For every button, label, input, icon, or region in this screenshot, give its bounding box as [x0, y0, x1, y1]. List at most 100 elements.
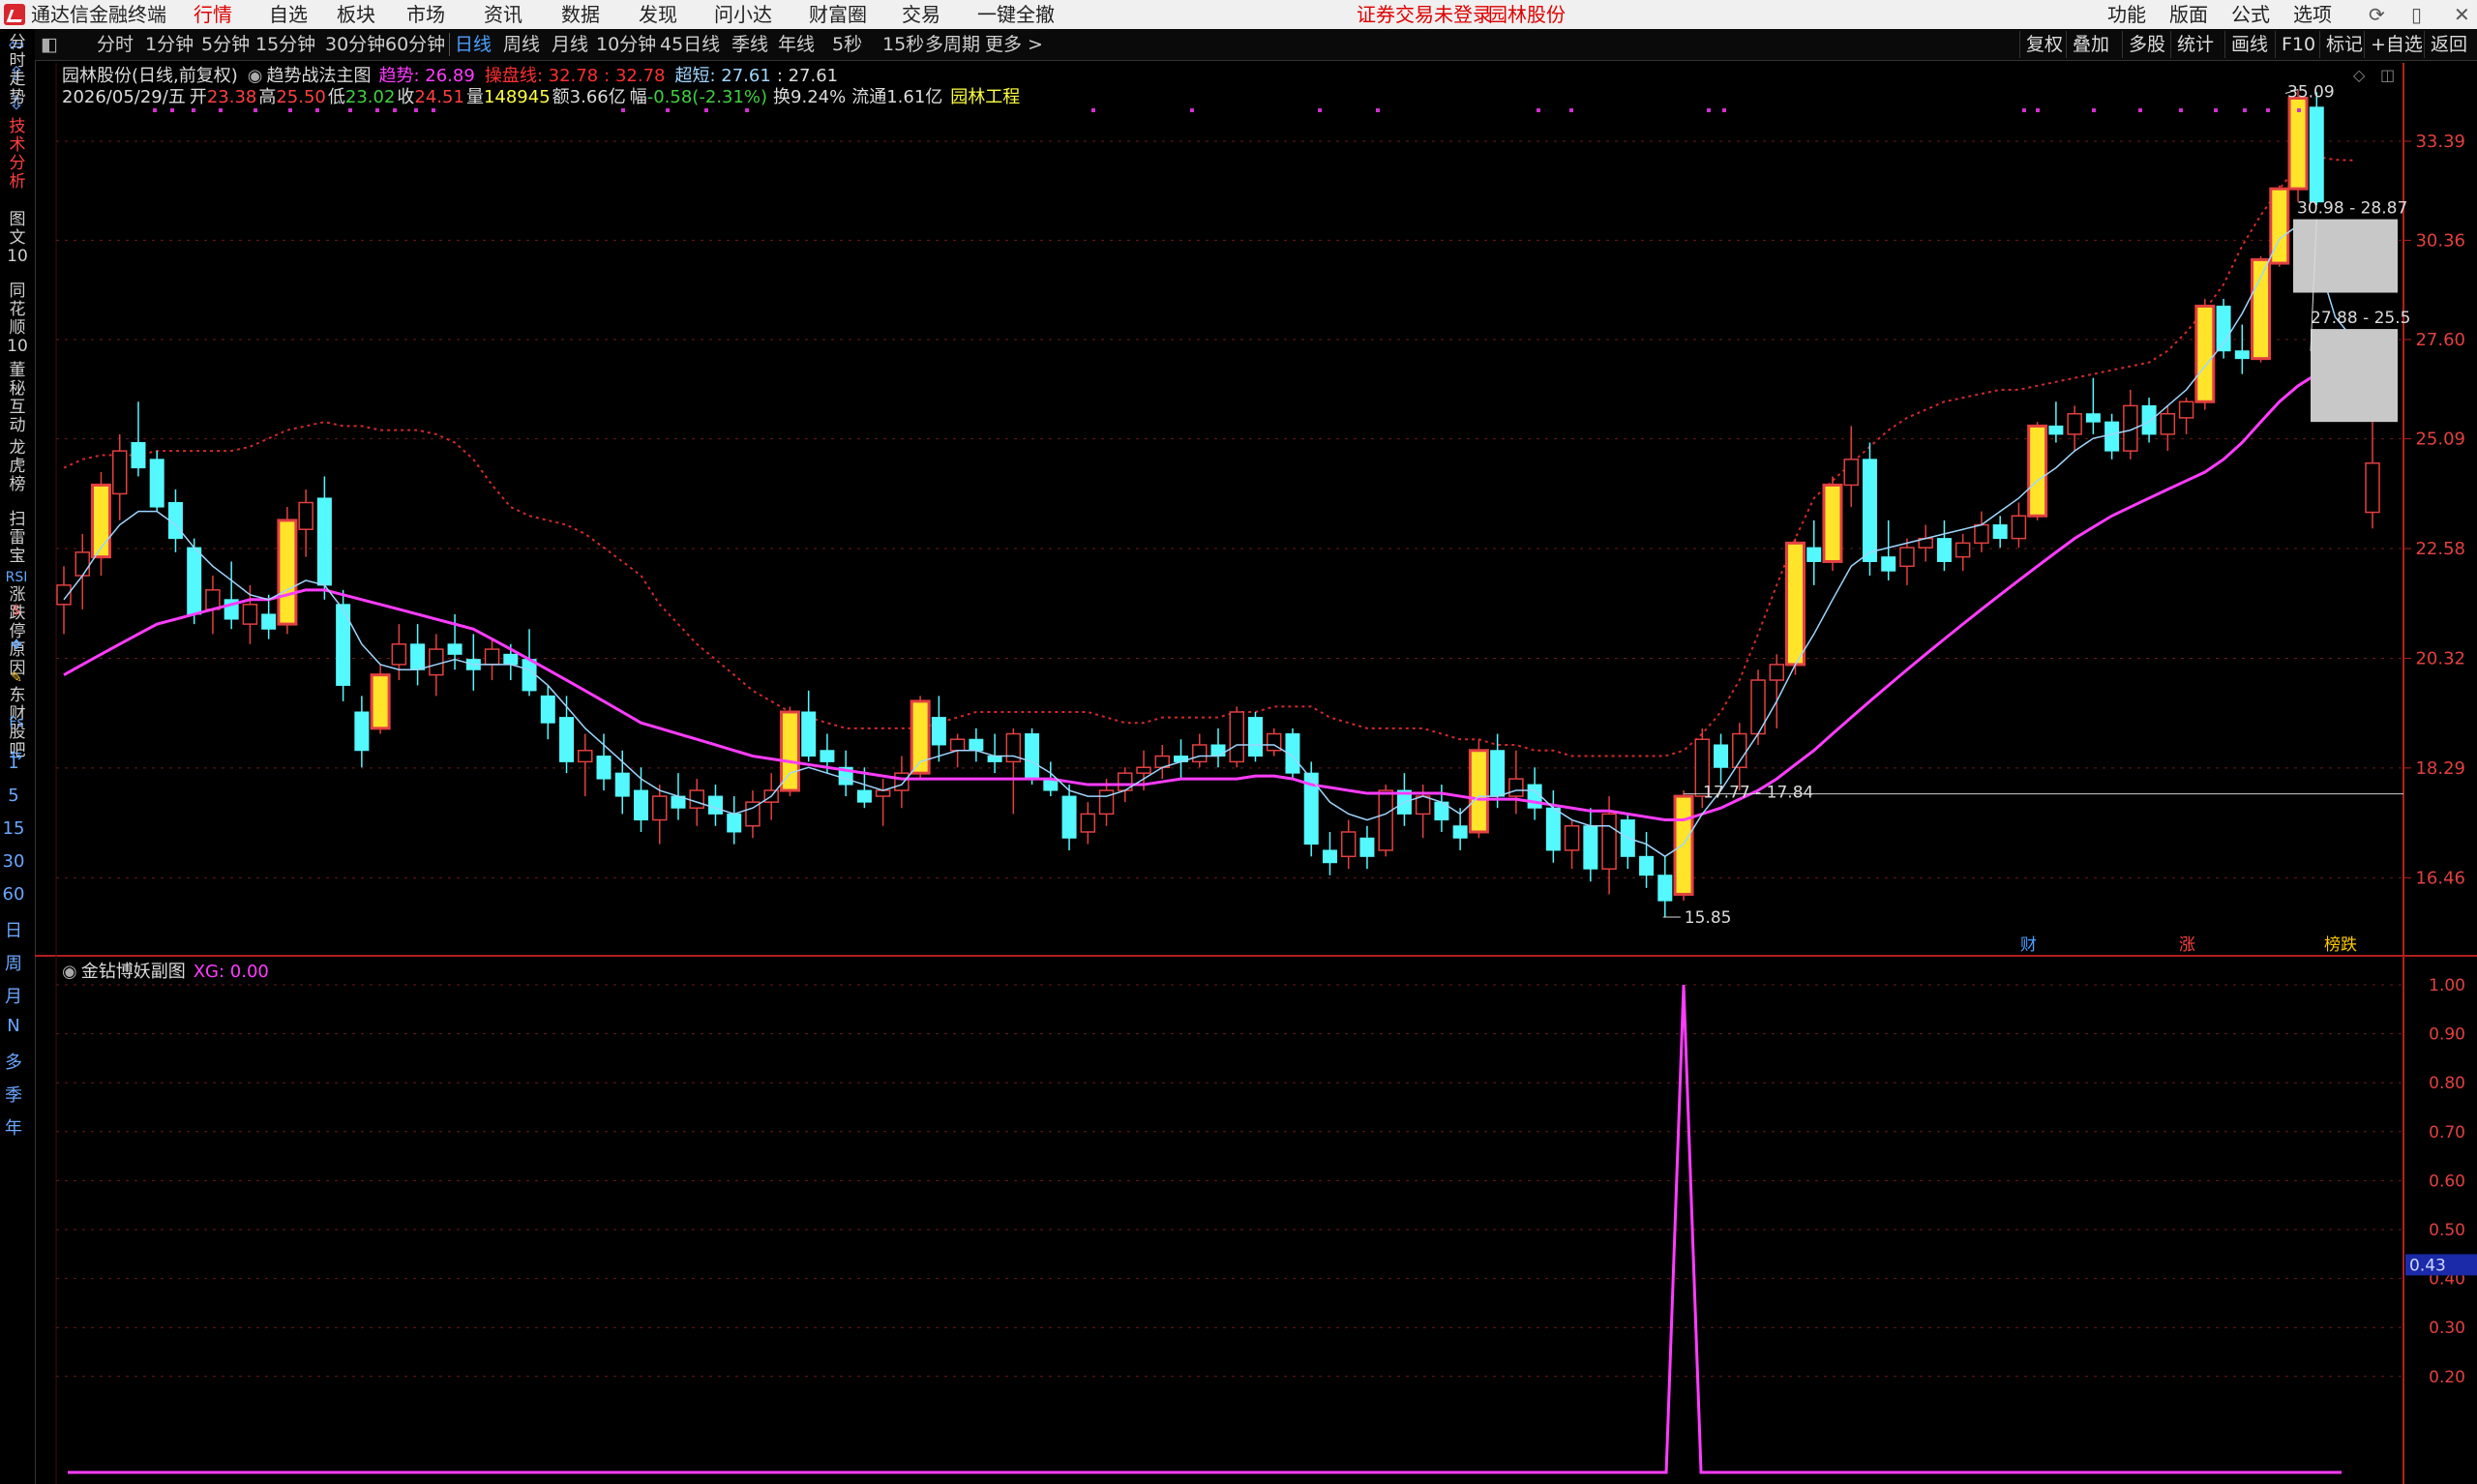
signal-dot — [219, 108, 223, 112]
layout-icon[interactable]: ◫ — [2380, 66, 2395, 84]
down-candle-body — [503, 653, 519, 666]
up-candle-body — [1340, 831, 1357, 858]
price-tick-label: 33.39 — [2415, 132, 2465, 152]
signal-dot — [414, 108, 418, 112]
event-marker-0[interactable]: 财 — [2020, 935, 2037, 955]
candle — [875, 779, 891, 826]
down-candle-body — [447, 643, 463, 655]
limit-up-candle-body — [370, 673, 391, 730]
candle — [910, 696, 931, 780]
sub-indicator-name[interactable]: 金钻博妖副图 — [81, 962, 186, 982]
high-mark-label: 35.09 — [2287, 83, 2335, 103]
event-marker-1[interactable]: 涨 — [2179, 935, 2195, 955]
candle — [1005, 727, 1022, 815]
up-candle-body — [1899, 547, 1915, 568]
candle — [2287, 89, 2309, 202]
limit-up-candle-body — [90, 483, 111, 559]
candle — [1192, 733, 1208, 768]
limit-up-candle-body — [1468, 749, 1489, 834]
up-candle-body — [1415, 795, 1431, 816]
down-candle-body — [336, 604, 351, 686]
up-candle-body — [894, 772, 910, 791]
signal-dot — [1190, 108, 1194, 112]
down-candle-body — [2085, 413, 2101, 423]
candle — [931, 696, 946, 762]
trend-line — [63, 365, 2354, 822]
down-candle-body — [1210, 744, 1226, 757]
event-marker-2[interactable]: 榜跌 — [2324, 935, 2357, 955]
candle — [1508, 750, 1524, 815]
down-candle-body — [261, 613, 277, 630]
candle — [1620, 814, 1635, 870]
signal-dot — [288, 108, 292, 112]
down-candle-body — [1862, 459, 1877, 562]
candle — [56, 566, 72, 635]
quote-open: 23.38 — [206, 87, 257, 107]
candle — [2067, 405, 2082, 452]
level-line-label: 17.77 - 17.84 — [1703, 784, 1813, 803]
candle — [1732, 723, 1747, 791]
up-candle-body — [578, 750, 593, 763]
candle — [484, 638, 500, 681]
current-value-label: 0.43 — [2409, 1256, 2446, 1275]
candle — [745, 790, 761, 839]
sub-axis-tick-label: 0.20 — [2429, 1368, 2465, 1387]
limit-up-candle-body — [1785, 541, 1806, 667]
support-box — [2311, 329, 2398, 423]
signal-dot — [621, 108, 625, 112]
candle — [2160, 405, 2176, 452]
down-candle-body — [167, 501, 183, 540]
price-tick-label: 16.46 — [2415, 868, 2465, 888]
limit-up-candle-body — [1822, 483, 1843, 563]
sub-indicator-dropdown-icon[interactable]: ◉ — [62, 962, 77, 982]
down-candle-body — [727, 813, 742, 833]
down-candle-body — [2104, 421, 2120, 452]
down-candle-body — [1247, 717, 1263, 757]
down-candle-body — [1359, 837, 1375, 857]
up-candle-body — [298, 501, 313, 530]
up-candle-body — [1508, 778, 1524, 797]
diamond-icon[interactable]: ◇ — [2353, 66, 2365, 84]
quote-amt: 3.66亿 — [569, 87, 626, 107]
candle — [316, 476, 332, 600]
down-candle-body — [707, 795, 723, 815]
signal-dot — [2179, 108, 2183, 112]
candle — [596, 733, 612, 791]
up-candle-body — [2365, 462, 2380, 514]
candle — [1564, 819, 1580, 870]
candle — [634, 767, 648, 832]
down-candle-body — [540, 695, 555, 724]
up-candle-body — [1136, 766, 1151, 774]
sub-axis-tick-label: 0.70 — [2429, 1123, 2465, 1143]
up-candle-body — [2160, 412, 2176, 435]
limit-up-candle-body — [1673, 794, 1694, 896]
candle — [1639, 831, 1655, 888]
down-candle-body — [596, 756, 612, 780]
candle — [1918, 524, 1933, 562]
quote-low-label: 低 — [327, 87, 345, 107]
down-candle-body — [1657, 875, 1673, 902]
up-candle-body — [1974, 523, 1989, 545]
down-candle-body — [856, 789, 872, 803]
signal-dot — [1376, 108, 1380, 112]
candle — [1247, 711, 1263, 762]
signal-dot — [1722, 108, 1726, 112]
up-candle-body — [1564, 824, 1580, 851]
down-candle-body — [1025, 733, 1040, 780]
price-tick-label: 20.32 — [2415, 649, 2465, 669]
candle — [370, 664, 391, 734]
signal-dot — [2092, 108, 2096, 112]
up-candle-body — [2011, 515, 2027, 540]
candle — [1527, 767, 1542, 820]
candle — [1822, 476, 1843, 572]
quote-float: 1.61亿 — [886, 87, 943, 107]
candle — [1322, 831, 1337, 876]
sub-axis-tick-label: 0.60 — [2429, 1172, 2465, 1191]
up-candle-body — [875, 789, 891, 797]
quote-float-label: 流通 — [851, 87, 887, 107]
quote-low: 23.02 — [344, 87, 396, 107]
up-candle-body — [1192, 744, 1208, 763]
candle — [75, 533, 90, 609]
candle — [277, 507, 298, 635]
candle — [131, 401, 146, 477]
